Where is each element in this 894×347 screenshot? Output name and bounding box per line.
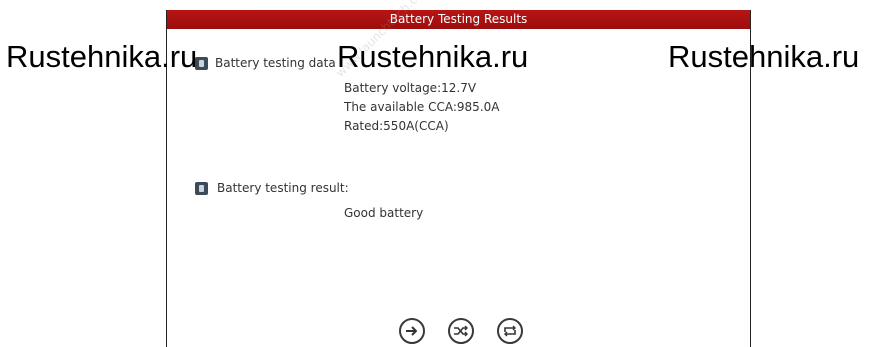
arrow-right-icon xyxy=(406,326,417,336)
rated-cca-value: Rated:550A(CCA) xyxy=(344,119,449,133)
battery-result-value: Good battery xyxy=(344,206,424,220)
repeat-button[interactable] xyxy=(497,318,523,344)
next-button[interactable] xyxy=(399,318,425,344)
battery-voltage-value: Battery voltage:12.7V xyxy=(344,81,477,95)
shuffle-icon xyxy=(454,325,468,337)
battery-result-icon xyxy=(195,182,208,195)
window-title: Battery Testing Results xyxy=(167,10,750,29)
battery-data-icon xyxy=(195,57,208,70)
section-title-data: Battery testing data xyxy=(215,56,336,70)
shuffle-button[interactable] xyxy=(448,318,474,344)
available-cca-value: The available CCA:985.0A xyxy=(344,100,500,114)
device-screen: Battery Testing Results Battery testing … xyxy=(166,10,751,347)
repeat-icon xyxy=(504,325,516,337)
page: Battery Testing Results Battery testing … xyxy=(0,0,894,347)
section-title-result: Battery testing result: xyxy=(217,181,349,195)
